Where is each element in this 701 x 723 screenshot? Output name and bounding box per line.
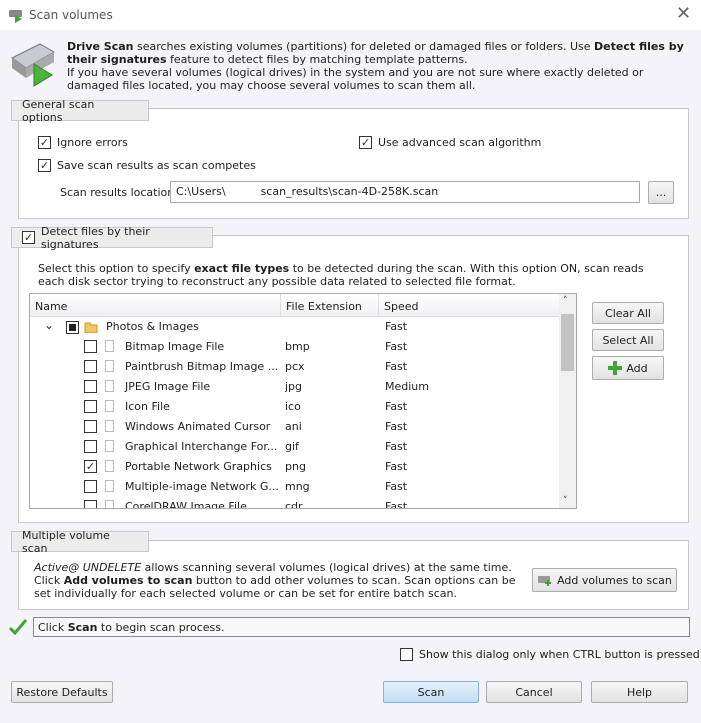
file-type-extension: gif — [285, 440, 299, 453]
chevron-down-icon[interactable]: ⌄ — [44, 318, 54, 332]
file-type-row[interactable]: Graphical Interchange For... gif Fast — [30, 437, 560, 457]
file-type-speed: Fast — [385, 360, 408, 373]
group-checkbox[interactable] — [66, 321, 79, 334]
file-icon — [105, 400, 114, 412]
file-type-speed: Fast — [385, 440, 408, 453]
file-type-name: Windows Animated Cursor — [125, 420, 271, 433]
file-icon — [105, 440, 114, 452]
location-input[interactable]: C:\Users\ scan_results\scan-4D-258K.scan — [170, 181, 640, 203]
file-icon — [105, 380, 114, 392]
file-type-row[interactable]: JPEG Image File jpg Medium — [30, 377, 560, 397]
column-speed[interactable]: Speed — [379, 294, 561, 317]
drive-scan-icon — [9, 10, 22, 23]
file-type-name: Icon File — [125, 400, 170, 413]
file-icon — [105, 500, 114, 508]
ignore-errors-checkbox[interactable]: ✓ Ignore errors — [38, 136, 128, 149]
multiple-volume-tab: Multiple volume scan — [11, 529, 149, 555]
drive-scan-large-icon — [11, 43, 56, 87]
close-icon[interactable]: ✕ — [676, 3, 691, 24]
file-type-checkbox[interactable] — [84, 420, 97, 433]
file-type-row[interactable]: Bitmap Image File bmp Fast — [30, 337, 560, 357]
file-type-speed: Fast — [385, 480, 408, 493]
window-title: Scan volumes — [29, 8, 113, 22]
file-types-tree[interactable]: Name File Extension Speed ⌄ Photos & Ima… — [29, 293, 577, 509]
column-extension[interactable]: File Extension — [281, 294, 379, 317]
file-icon — [105, 340, 114, 352]
file-type-row[interactable]: ✓ Portable Network Graphics png Fast — [30, 457, 560, 477]
detect-signatures-tab[interactable]: ✓ Detect files by their signatures — [11, 225, 213, 251]
file-type-checkbox[interactable] — [84, 500, 97, 508]
general-options-tab: General scan options — [11, 98, 149, 124]
scrollbar[interactable]: ˄ ˅ — [559, 294, 576, 508]
file-type-speed: Fast — [385, 340, 408, 353]
file-type-row[interactable]: Windows Animated Cursor ani Fast — [30, 417, 560, 437]
file-icon — [105, 460, 114, 472]
file-type-speed: Fast — [385, 460, 408, 473]
checkmark-icon — [9, 619, 27, 635]
detect-description: Select this option to specify exact file… — [38, 262, 644, 288]
file-type-row[interactable]: CorelDRAW Image File cdr Fast — [30, 497, 560, 509]
plus-icon — [608, 361, 623, 375]
file-type-speed: Fast — [385, 500, 408, 509]
restore-defaults-button[interactable]: Restore Defaults — [11, 681, 113, 703]
file-type-speed: Fast — [385, 400, 408, 413]
file-type-name: CorelDRAW Image File — [125, 500, 247, 509]
file-type-extension: bmp — [285, 340, 310, 353]
title-bar: Scan volumes ✕ — [0, 0, 701, 30]
tree-group-row[interactable]: ⌄ Photos & Images Fast — [30, 317, 560, 337]
save-results-checkbox[interactable]: ✓ Save scan results as scan competes — [38, 159, 256, 172]
file-type-checkbox[interactable] — [84, 440, 97, 453]
file-type-speed: Fast — [385, 420, 408, 433]
help-button[interactable]: Help — [591, 681, 688, 703]
scrollbar-thumb[interactable] — [561, 314, 574, 371]
browse-button[interactable]: ... — [648, 181, 674, 204]
file-type-row[interactable]: Paintbrush Bitmap Image ... pcx Fast — [30, 357, 560, 377]
file-type-name: Multiple-image Network G... — [125, 480, 279, 493]
scroll-up-icon[interactable]: ˄ — [563, 296, 568, 306]
folder-icon — [84, 322, 98, 333]
file-type-row[interactable]: Multiple-image Network G... mng Fast — [30, 477, 560, 497]
file-type-extension: ani — [285, 420, 302, 433]
select-all-button[interactable]: Select All — [592, 329, 664, 351]
file-type-speed: Medium — [385, 380, 429, 393]
advanced-algorithm-checkbox[interactable]: ✓ Use advanced scan algorithm — [359, 136, 541, 149]
add-drive-icon — [538, 576, 552, 586]
add-volumes-button[interactable]: Add volumes to scan — [532, 568, 677, 592]
intro-text: Drive Scan searches existing volumes (pa… — [67, 40, 684, 92]
clear-all-button[interactable]: Clear All — [592, 302, 664, 324]
add-button[interactable]: Add — [592, 356, 664, 380]
file-type-checkbox[interactable] — [84, 480, 97, 493]
file-type-checkbox[interactable] — [84, 380, 97, 393]
file-icon — [105, 360, 114, 372]
file-type-extension: ico — [285, 400, 301, 413]
status-bar: Click Scan to begin scan process. — [33, 617, 690, 637]
file-type-name: Bitmap Image File — [125, 340, 225, 353]
scroll-down-icon[interactable]: ˅ — [563, 496, 568, 506]
file-type-name: Graphical Interchange For... — [125, 440, 278, 453]
scan-button[interactable]: Scan — [383, 681, 479, 703]
file-type-extension: cdr — [285, 500, 303, 509]
file-icon — [105, 420, 114, 432]
cancel-button[interactable]: Cancel — [486, 681, 582, 703]
file-type-extension: jpg — [285, 380, 303, 393]
ctrl-only-checkbox[interactable]: Show this dialog only when CTRL button i… — [400, 648, 700, 661]
file-icon — [105, 480, 114, 492]
multiple-volume-description: Active@ UNDELETE allows scanning several… — [34, 561, 516, 600]
file-type-checkbox[interactable] — [84, 340, 97, 353]
file-type-checkbox[interactable]: ✓ — [84, 460, 97, 473]
file-type-extension: pcx — [285, 360, 305, 373]
file-type-extension: mng — [285, 480, 310, 493]
file-type-name: JPEG Image File — [125, 380, 211, 393]
file-type-row[interactable]: Icon File ico Fast — [30, 397, 560, 417]
file-type-name: Portable Network Graphics — [125, 460, 272, 473]
detect-signatures-checkbox[interactable]: ✓ — [22, 231, 35, 244]
column-name[interactable]: Name — [30, 294, 281, 317]
file-type-name: Paintbrush Bitmap Image ... — [125, 360, 279, 373]
file-type-extension: png — [285, 460, 306, 473]
file-type-checkbox[interactable] — [84, 360, 97, 373]
file-type-checkbox[interactable] — [84, 400, 97, 413]
location-label: Scan results location: — [60, 186, 178, 199]
